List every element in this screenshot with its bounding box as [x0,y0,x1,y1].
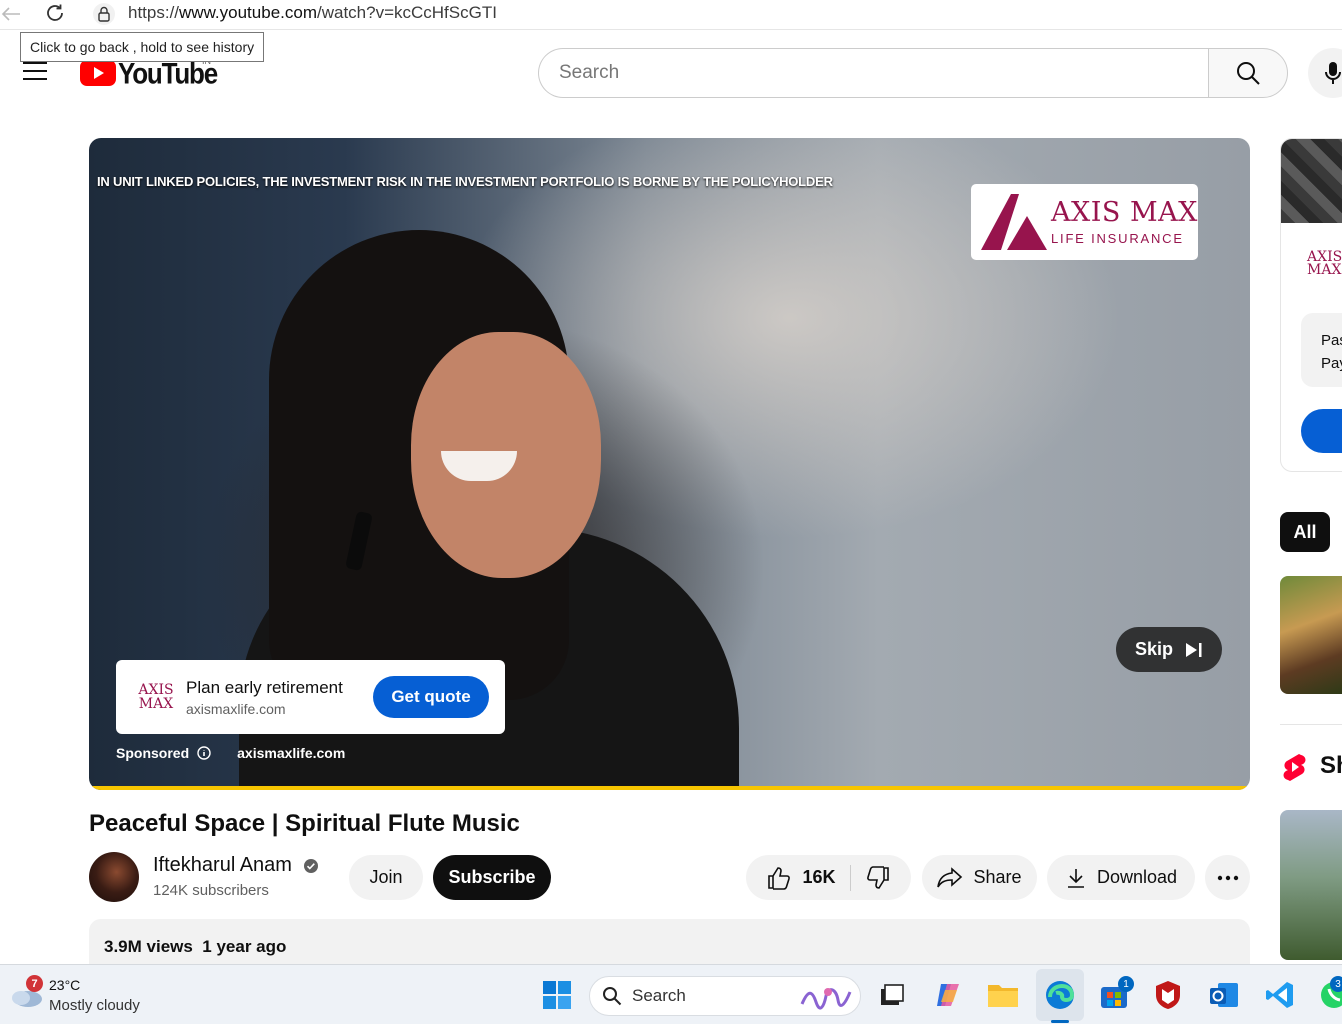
video-player[interactable]: IN UNIT LINKED POLICIES, THE INVESTMENT … [89,138,1250,790]
advertiser-banner: AXIS MAX LIFE INSURANCE [971,184,1198,260]
subscribe-button[interactable]: Subscribe [433,855,551,900]
view-count-and-date: 3.9M views 1 year ago [104,937,1235,957]
taskbar-search-label: Search [632,986,686,1005]
like-dislike-divider [849,864,851,891]
get-quote-button[interactable]: Get quote [373,676,489,718]
video-title: Peaceful Space | Spiritual Flute Music [89,810,520,837]
search-button[interactable] [1208,48,1288,98]
browser-address-bar: https://www.youtube.com/watch?v=kcCcHfSc… [0,0,1342,30]
ad-card-logo: AXIS MAX [136,683,176,711]
more-actions-button[interactable] [1205,855,1250,900]
store-notification-badge: 1 [1118,976,1134,992]
sidebar-ad-cta-button[interactable] [1301,409,1342,453]
axis-logo-icon [981,194,1047,250]
search-placeholder: Search [559,62,620,83]
more-horizontal-icon [1217,875,1238,880]
weather-condition[interactable]: Mostly cloudy [49,997,140,1014]
shorts-thumbnail[interactable] [1280,810,1342,960]
ad-overlay-card[interactable]: AXIS MAX Plan early retirement axismaxli… [116,660,505,734]
mcafee-shield-icon[interactable] [1152,979,1184,1011]
view-count: 3.9M views [104,937,193,956]
join-button[interactable]: Join [349,855,423,900]
skip-ad-button[interactable]: Skip [1116,627,1222,672]
skip-label: Skip [1134,639,1173,659]
channel-avatar[interactable] [89,852,139,902]
whatsapp-notification-badge: 3 [1330,976,1342,992]
sidebar-ad-card[interactable]: AXIS MAX Pas Pay [1280,138,1342,472]
download-button[interactable]: Download [1047,855,1195,900]
outlook-icon[interactable] [1208,979,1240,1011]
like-dislike-group: 16K [746,855,911,900]
task-view-icon[interactable] [876,979,908,1011]
search-input[interactable]: Search [538,48,1209,98]
ad-card-title: Plan early retirement [186,677,343,697]
taskbar-search-box[interactable]: Search [589,976,861,1016]
shorts-shelf-title: Sh [1320,752,1342,779]
sponsored-domain-link[interactable]: axismaxlife.com [237,745,345,761]
edge-running-indicator [1051,1020,1069,1023]
windows-taskbar: 7 23°C Mostly cloudy Search 1 3 [0,964,1342,1024]
share-icon [937,866,963,887]
url-host: www.youtube.com [179,3,317,22]
sidebar-ad-info-line2: Pay [1321,355,1342,372]
sponsored-label: Sponsored [116,745,190,761]
shorts-icon [1282,752,1308,787]
voice-search-button[interactable] [1308,48,1342,98]
upload-age: 1 year ago [202,937,287,956]
download-icon [1067,868,1084,888]
ad-disclaimer-text: IN UNIT LINKED POLICIES, THE INVESTMENT … [97,174,833,189]
windows-start-icon[interactable] [541,979,573,1011]
sidebar-ad-info-line1: Pas [1321,332,1342,349]
share-label: Share [973,867,1022,887]
search-highlight-icon [800,988,852,1010]
address-bar-url[interactable]: https://www.youtube.com/watch?v=kcCcHfSc… [128,3,497,23]
search-icon [1237,62,1260,85]
ad-card-logo-line2: MAX [138,696,174,712]
skip-next-icon [1186,642,1202,657]
filter-chip-all[interactable]: All [1280,512,1330,552]
back-arrow-icon[interactable] [0,3,22,30]
back-button-tooltip: Click to go back , hold to see history [20,32,265,62]
subscriber-count: 124K subscribers [153,882,269,899]
sponsored-row: Sponsored axismaxlife.com [116,745,345,761]
ad-card-domain: axismaxlife.com [186,700,286,717]
verified-badge-icon [303,858,319,879]
reload-icon[interactable] [43,1,67,30]
like-icon[interactable] [766,865,792,891]
guide-menu-icon[interactable] [23,61,47,86]
sidebar-ad-logo: AXIS MAX [1307,250,1342,278]
share-button[interactable]: Share [922,855,1037,900]
recommended-video-thumbnail[interactable] [1280,576,1342,694]
microphone-icon [1325,62,1341,84]
channel-name-link[interactable]: Iftekharul Anam [153,854,292,877]
weather-temperature[interactable]: 23°C [49,977,80,993]
sidebar-ad-logo-line2: MAX [1307,262,1342,278]
like-count[interactable]: 16K [802,867,835,888]
sidebar-ad-thumbnail [1281,139,1342,223]
vscode-icon[interactable] [1264,979,1296,1011]
edge-browser-icon[interactable] [1044,979,1076,1011]
advertiser-banner-name: AXIS MAX [1051,196,1198,228]
site-info-lock-icon[interactable] [92,2,116,31]
weather-alert-badge: 7 [26,975,43,992]
file-explorer-icon[interactable] [987,979,1019,1011]
taskbar-search-icon [603,987,622,1006]
ad-progress-bar [89,786,1250,790]
advertiser-banner-subtitle: LIFE INSURANCE [1051,230,1184,246]
youtube-logo-icon[interactable] [80,60,116,91]
copilot-icon[interactable] [932,979,964,1011]
info-icon[interactable] [197,746,211,760]
url-path: /watch?v=kcCcHfScGTI [316,3,497,22]
url-scheme: https:// [128,3,180,22]
dislike-icon[interactable] [865,865,891,891]
ad-card-logo-line1: AXIS [138,682,174,698]
sidebar-ad-info: Pas Pay [1301,313,1342,387]
sidebar-divider [1280,724,1342,725]
download-label: Download [1096,867,1178,887]
